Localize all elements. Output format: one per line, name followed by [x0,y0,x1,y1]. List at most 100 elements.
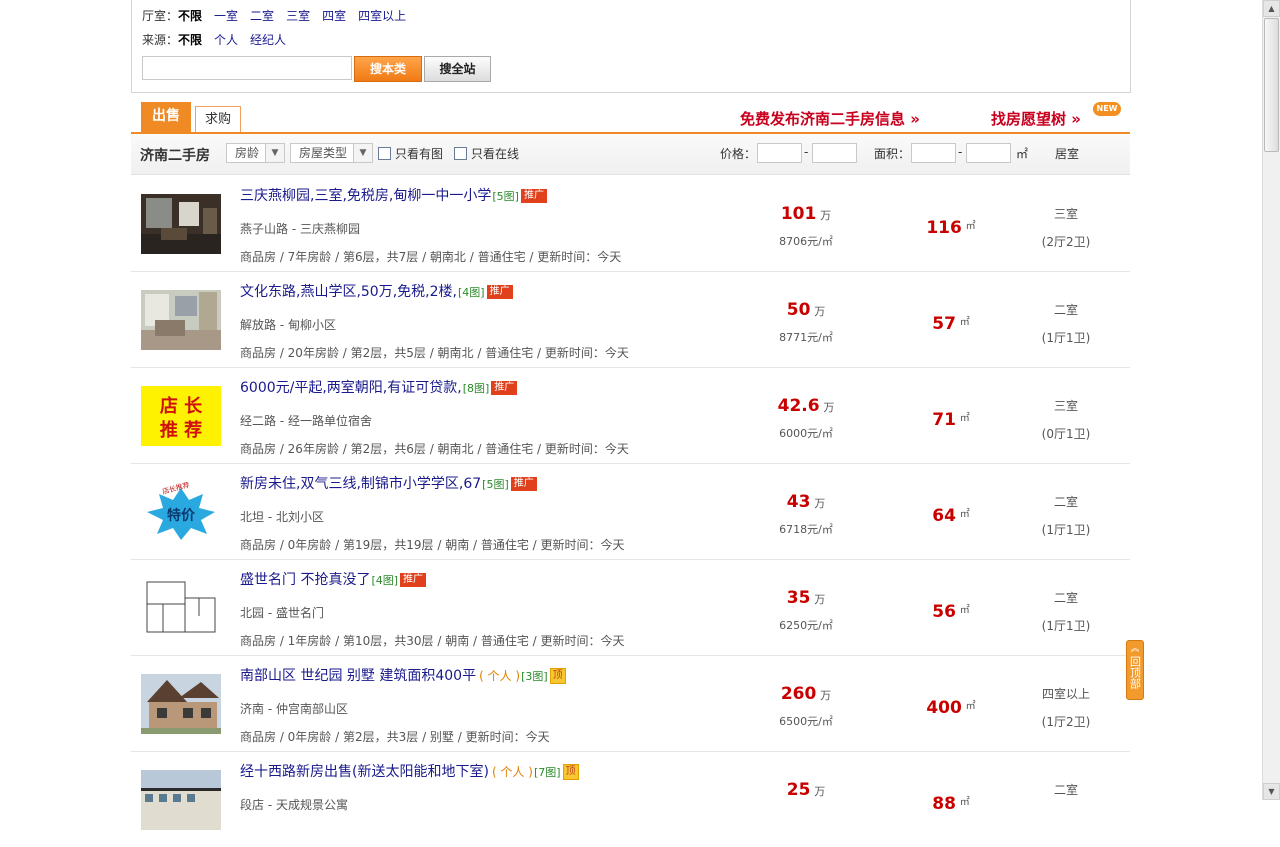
unit-price: 8771元/㎡ [779,331,833,344]
scrollbar-thumb[interactable] [1264,18,1279,152]
listing-price: 25 万 [751,780,861,800]
search-input[interactable] [142,56,352,80]
listing-address: 段店 - 天成规景公寓 [240,798,348,812]
double-chevron-up-icon: ︽ [1130,644,1140,654]
rooms-option[interactable]: 四室以上 [358,9,406,23]
listing-title-text[interactable]: 三庆燕柳园,三室,免税房,甸柳一中一小学 [240,188,491,204]
listing-meta: 商品房 / 1年房龄 / 第10层，共30层 / 朝南 / 普通住宅 / 更新时… [240,634,625,648]
listing-title-text[interactable]: 新房未住,双气三线,制锦市小学学区,67 [240,476,481,492]
listing-title[interactable]: 盛世名门 不抢真没了[4图] 推广 [240,569,427,589]
price-unit: 万 [814,785,826,798]
listing-thumbnail[interactable] [141,770,221,830]
rooms-filter-selected[interactable]: 不限 [178,9,202,23]
listing-rooms: 二室 [1053,303,1078,317]
wish-tree-link[interactable]: 找房愿望树 » [991,108,1081,129]
price-label: 价格： [720,147,757,161]
rooms-column-header[interactable]: 居室 [1055,145,1079,162]
has-photo-label[interactable]: 只看有图 [395,145,443,162]
price-unit: 万 [820,209,832,222]
area-min-input[interactable] [911,143,956,163]
area-value: 64 [932,506,956,526]
listing-title-text[interactable]: 南部山区 世纪园 别墅 建筑面积400平 [240,668,476,684]
scroll-down-icon[interactable]: ▼ [1263,783,1280,800]
listing-price: 42.6 万 [751,396,861,416]
listing-title[interactable]: 新房未住,双气三线,制锦市小学学区,67[5图] 推广 [240,473,537,493]
rooms-option[interactable]: 三室 [286,9,310,23]
price-min-input[interactable] [757,143,802,163]
listing-rooms: 三室 [1053,399,1078,413]
tab-buy[interactable]: 求购 [195,106,241,132]
price-max-input[interactable] [812,143,857,163]
listing-tabs: 出售 求购 免费发布济南二手房信息 » 找房愿望树 » NEW [131,102,1130,134]
listing-thumbnail[interactable] [141,194,221,254]
listing-title[interactable]: 6000元/平起,两室朝阳,有证可贷款,[8图] 推广 [240,377,518,397]
listing-thumbnail[interactable] [141,578,221,638]
listing-title-text[interactable]: 6000元/平起,两室朝阳,有证可贷款, [240,380,462,396]
area-max-input[interactable] [966,143,1011,163]
listing-title-text[interactable]: 经十西路新房出售(新送太阳能和地下室) [240,764,489,780]
new-badge: NEW [1093,102,1121,116]
listing-title[interactable]: 文化东路,燕山学区,50万,免税,2楼,[4图] 推广 [240,281,513,301]
individual-seller-tag: ( 个人 ) [479,669,521,683]
listing-halls: (1厅1卫) [1041,523,1091,537]
type-dropdown-label: 房屋类型 [299,146,348,160]
promo-badge: 推广 [486,285,513,299]
area-value: 88 [932,794,956,814]
listing-row: 经十西路新房出售(新送太阳能和地下室)( 个人 )[7图] 顶 段店 - 天成规景… [131,751,1130,847]
listing-thumbnail[interactable]: 店 长 推 荐 [141,386,221,446]
listing-price: 101 万 [751,204,861,224]
listing-area: 56 ㎡ [891,601,1011,622]
listing-thumbnail[interactable] [141,674,221,734]
listing-halls: (1厅1卫) [1041,619,1091,633]
tab-sell[interactable]: 出售 [141,102,191,132]
area-unit: ㎡ [965,701,976,712]
unit-price: 6500元/㎡ [779,715,833,728]
area-unit: ㎡ [959,605,970,616]
listing-meta: 商品房 / 26年房龄 / 第2层，共6层 / 朝南北 / 普通住宅 / 更新时… [240,442,629,456]
source-option[interactable]: 经纪人 [250,33,286,47]
scroll-up-icon[interactable]: ▲ [1263,0,1280,17]
top-badge: 顶 [562,764,579,780]
back-to-top-button[interactable]: ︽ 回顶部 [1126,640,1144,700]
source-option[interactable]: 个人 [214,33,238,47]
search-category-button[interactable]: 搜本类 [354,56,422,82]
price-value: 42.6 [777,396,820,416]
online-checkbox[interactable] [454,147,467,160]
search-site-button[interactable]: 搜全站 [424,56,491,82]
listing-title-text[interactable]: 盛世名门 不抢真没了 [240,572,370,588]
filter-panel: 厅室：不限 一室 二室 三室 四室 四室以上 来源：不限 个人 经纪人 搜本类 搜全站 [131,0,1131,93]
listing-row: 南部山区 世纪园 别墅 建筑面积400平( 个人 )[3图] 顶 济南 - 仲宫南… [131,655,1130,752]
vertical-scrollbar[interactable]: ▲ ▼ [1262,0,1280,800]
shop-recommend-line1: 店 长 [160,395,203,417]
listing-title[interactable]: 经十西路新房出售(新送太阳能和地下室)( 个人 )[7图] 顶 [240,761,579,781]
listing-area: 400 ㎡ [891,697,1011,718]
listing-thumbnail[interactable]: 特价 店长推荐 [141,482,221,542]
publish-link[interactable]: 免费发布济南二手房信息 » [740,108,920,129]
price-value: 35 [786,588,811,608]
type-dropdown[interactable]: 房屋类型 ▼ [290,143,373,163]
listing-price: 260 万 [751,684,861,704]
listing-halls: (2厅2卫) [1041,235,1091,249]
area-value: 400 [926,698,962,718]
listing-title[interactable]: 南部山区 世纪园 别墅 建筑面积400平( 个人 )[3图] 顶 [240,665,566,685]
listing-title-text[interactable]: 文化东路,燕山学区,50万,免税,2楼, [240,284,457,300]
age-dropdown[interactable]: 房龄 ▼ [226,143,285,163]
listing-title[interactable]: 三庆燕柳园,三室,免税房,甸柳一中一小学[5图] 推广 [240,185,547,205]
unit-price: 6000元/㎡ [779,427,833,440]
chevron-down-icon: ▼ [353,144,372,162]
rooms-option[interactable]: 一室 [214,9,238,23]
source-filter-label: 来源： [142,33,179,47]
listing-halls: (0厅1卫) [1041,427,1091,441]
rooms-option[interactable]: 四室 [322,9,346,23]
listing-thumbnail[interactable] [141,290,221,350]
has-photo-checkbox[interactable] [378,147,391,160]
online-label[interactable]: 只看在线 [471,145,519,162]
area-unit: ㎡ [959,797,970,808]
rooms-filter-row: 厅室：不限 一室 二室 三室 四室 四室以上 [142,7,418,25]
rooms-option[interactable]: 二室 [250,9,274,23]
source-filter-selected[interactable]: 不限 [178,33,202,47]
listing-rooms: 四室以上 [1041,687,1090,701]
listing-address: 济南 - 仲宫南部山区 [240,702,348,716]
area-unit: ㎡ [959,509,970,520]
listing-halls: (1厅2卫) [1041,715,1091,729]
